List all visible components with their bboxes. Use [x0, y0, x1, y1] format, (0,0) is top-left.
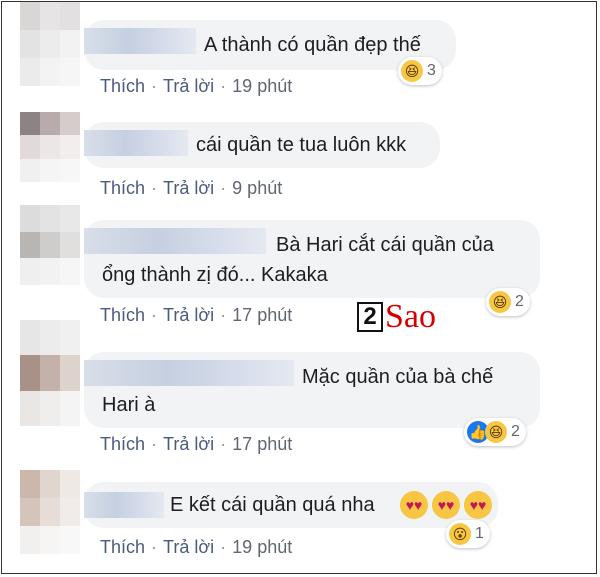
- separator-dot: ·: [220, 434, 227, 454]
- timestamp[interactable]: 9 phút: [232, 178, 282, 198]
- laughing-emoji-icon: 😆: [489, 291, 511, 313]
- comment-bubble: cái quần te tua luôn kkk: [84, 122, 440, 168]
- laughing-emoji-icon: 😆: [401, 60, 423, 82]
- reply-link[interactable]: Trả lời: [163, 537, 214, 557]
- timestamp[interactable]: 19 phút: [232, 537, 292, 557]
- like-link[interactable]: Thích: [100, 434, 145, 454]
- comment-text-line-1: Bà Hari cắt cái quần của: [276, 234, 494, 256]
- watermark-number: 2: [357, 302, 383, 332]
- separator-dot: ·: [220, 76, 227, 96]
- commenter-name[interactable]: [84, 492, 164, 518]
- heart-eyes-emoji-icon: ♥♥: [432, 491, 460, 519]
- reaction-summary[interactable]: 😆 3: [398, 57, 442, 85]
- separator-dot: ·: [151, 178, 158, 198]
- comment-text-line-2: Hari à: [102, 394, 156, 416]
- comment-text-line-2: ổng thành zị đó... Kakaka: [102, 264, 328, 286]
- avatar[interactable]: [20, 2, 80, 86]
- separator-dot: ·: [151, 305, 158, 325]
- reaction-count: 2: [511, 423, 520, 440]
- commenter-name[interactable]: [84, 28, 196, 54]
- reaction-summary[interactable]: 👍 😆 2: [464, 418, 526, 446]
- like-link[interactable]: Thích: [100, 76, 145, 96]
- like-link[interactable]: Thích: [100, 178, 145, 198]
- comment-bubble: Bà Hari cắt cái quần của ổng thành zị đó…: [84, 220, 540, 298]
- heart-eyes-emoji-icon: ♥♥: [464, 491, 492, 519]
- comment-actions: Thích · Trả lời · 19 phút: [100, 537, 292, 558]
- watermark-text: Sao: [385, 298, 436, 335]
- avatar[interactable]: [20, 205, 80, 285]
- laughing-emoji-icon: 😆: [485, 421, 507, 443]
- timestamp[interactable]: 17 phút: [232, 434, 292, 454]
- reaction-summary[interactable]: 😆 2: [486, 288, 530, 316]
- reaction-count: 3: [427, 62, 436, 79]
- timestamp[interactable]: 17 phút: [232, 305, 292, 325]
- wow-emoji-icon: 😮: [449, 523, 471, 545]
- comment-bubble: E kết cái quần quá nha ♥♥ ♥♥ ♥♥: [84, 482, 498, 528]
- separator-dot: ·: [220, 537, 227, 557]
- comment-text: cái quần te tua luôn kkk: [196, 134, 407, 156]
- comment-text-line-1: Mặc quần của bà chế: [302, 366, 494, 388]
- commenter-name[interactable]: [84, 360, 294, 386]
- commenter-name[interactable]: [84, 228, 266, 254]
- like-link[interactable]: Thích: [100, 537, 145, 557]
- avatar[interactable]: [20, 470, 80, 554]
- avatar[interactable]: [20, 320, 80, 426]
- reply-link[interactable]: Trả lời: [163, 305, 214, 325]
- separator-dot: ·: [151, 537, 158, 557]
- reply-link[interactable]: Trả lời: [163, 434, 214, 454]
- like-link[interactable]: Thích: [100, 305, 145, 325]
- avatar[interactable]: [20, 112, 80, 182]
- comment-text: A thành có quần đẹp thế: [204, 34, 421, 56]
- 2sao-watermark-logo: 2 Sao: [357, 298, 436, 336]
- comment-text: E kết cái quần quá nha: [170, 494, 375, 516]
- reply-link[interactable]: Trả lời: [163, 76, 214, 96]
- comment-actions: Thích · Trả lời · 17 phút: [100, 434, 292, 455]
- reaction-summary[interactable]: 😮 1: [446, 520, 490, 548]
- separator-dot: ·: [151, 434, 158, 454]
- comment-actions: Thích · Trả lời · 9 phút: [100, 178, 282, 199]
- separator-dot: ·: [151, 76, 158, 96]
- reaction-count: 1: [475, 525, 484, 542]
- separator-dot: ·: [220, 305, 227, 325]
- timestamp[interactable]: 19 phút: [232, 76, 292, 96]
- reaction-count: 2: [515, 293, 524, 310]
- commenter-name[interactable]: [84, 130, 188, 156]
- emoji-group: ♥♥ ♥♥ ♥♥: [400, 491, 492, 519]
- comment-bubble: Mặc quần của bà chế Hari à: [84, 352, 540, 428]
- reply-link[interactable]: Trả lời: [163, 178, 214, 198]
- separator-dot: ·: [220, 178, 227, 198]
- heart-eyes-emoji-icon: ♥♥: [400, 491, 428, 519]
- comment-actions: Thích · Trả lời · 17 phút: [100, 305, 292, 326]
- comment-actions: Thích · Trả lời · 19 phút: [100, 76, 292, 97]
